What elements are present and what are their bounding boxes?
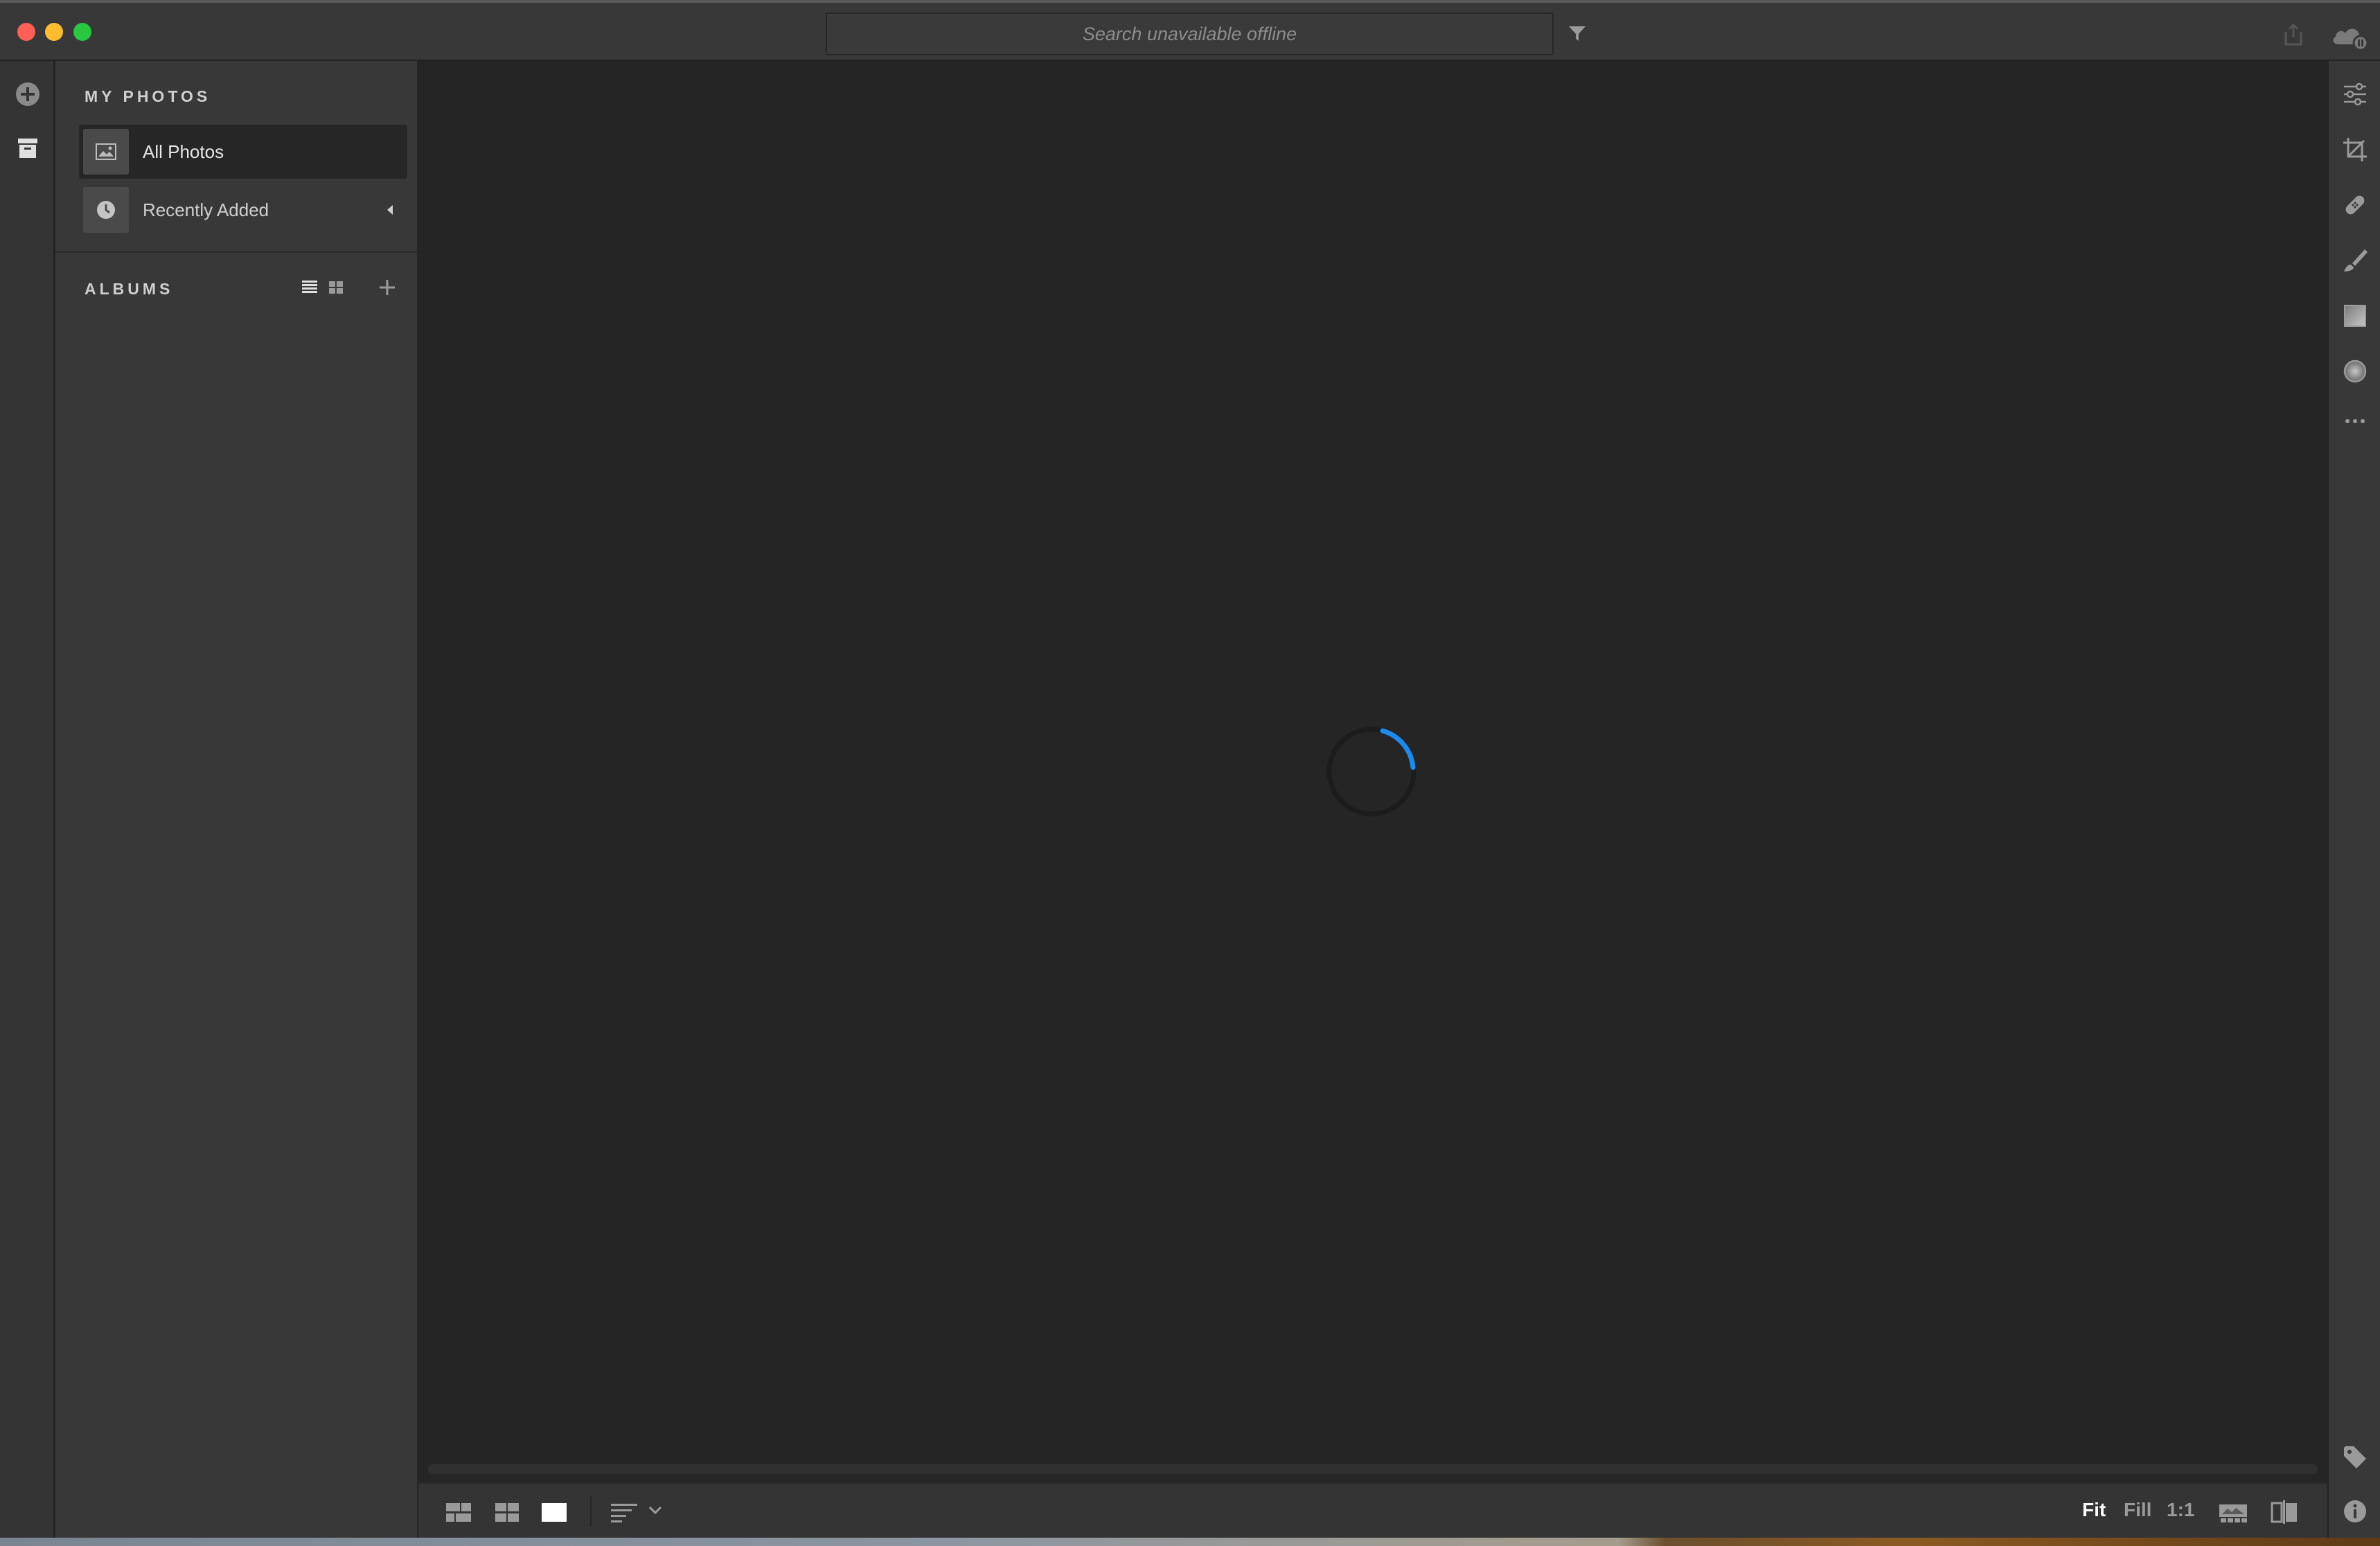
add-album-icon[interactable] (377, 277, 398, 298)
grid-view-icon[interactable] (326, 277, 346, 298)
library-icon[interactable] (14, 134, 42, 162)
tag-icon[interactable] (2341, 1443, 2369, 1471)
zoom-1to1-option[interactable]: 1:1 (2167, 1499, 2194, 1521)
zoom-fill-option[interactable]: Fill (2124, 1499, 2151, 1521)
search-placeholder: Search unavailable offline (1082, 23, 1297, 44)
section-divider (55, 251, 417, 253)
more-icon[interactable] (2341, 407, 2369, 435)
toolbar-divider (590, 1496, 592, 1527)
add-photos-icon[interactable] (14, 80, 42, 108)
sort-icon[interactable] (610, 1499, 668, 1525)
caret-left-icon[interactable] (385, 203, 395, 217)
zoom-window-button[interactable] (73, 23, 91, 41)
edit-tools-rail (2327, 61, 2380, 1546)
sidebar-item-all-photos[interactable]: All Photos (79, 125, 407, 179)
albums-heading: ALBUMS (85, 280, 174, 298)
sidebar-item-label: Recently Added (143, 199, 269, 220)
share-icon[interactable] (2282, 22, 2305, 47)
filter-icon[interactable] (1567, 24, 1588, 44)
title-bar: Search unavailable offline (0, 0, 2380, 61)
brush-icon[interactable] (2341, 247, 2369, 274)
info-icon[interactable] (2341, 1498, 2369, 1525)
edit-sliders-icon[interactable] (2341, 80, 2369, 108)
cloud-sync-icon[interactable] (2330, 22, 2369, 50)
sidebar: MY PHOTOS All Photos Recently Added ALBU… (55, 61, 418, 1546)
zoom-fit-option[interactable]: Fit (2082, 1499, 2106, 1521)
app-window: Search unavailable offline MY PHOTOS All… (0, 0, 2380, 1546)
compare-view-icon[interactable] (2269, 1499, 2300, 1525)
my-photos-heading: MY PHOTOS (85, 87, 211, 105)
photo-grid-area[interactable] (418, 61, 2327, 1482)
grid-view-icon[interactable] (493, 1499, 521, 1525)
healing-icon[interactable] (2341, 191, 2369, 219)
sidebar-item-recently-added[interactable]: Recently Added (79, 183, 407, 237)
search-input[interactable]: Search unavailable offline (826, 12, 1554, 55)
minimize-window-button[interactable] (45, 23, 63, 41)
crop-icon[interactable] (2341, 136, 2369, 163)
radial-gradient-icon[interactable] (2341, 357, 2369, 385)
close-window-button[interactable] (17, 23, 35, 41)
linear-gradient-icon[interactable] (2341, 302, 2369, 330)
sidebar-item-label: All Photos (143, 141, 224, 162)
loading-spinner (1326, 727, 1417, 817)
filmstrip-icon[interactable] (2218, 1499, 2248, 1525)
clock-icon (83, 187, 129, 233)
list-view-icon[interactable] (299, 277, 320, 298)
horizontal-scrollbar[interactable] (428, 1464, 2318, 1474)
detail-view-icon[interactable] (540, 1499, 568, 1525)
desktop-background-strip (0, 1538, 2380, 1546)
left-rail (0, 61, 55, 1546)
square-grid-view-icon[interactable] (445, 1499, 472, 1525)
bottom-toolbar: Fit Fill 1:1 (418, 1482, 2327, 1538)
image-icon (83, 129, 129, 175)
